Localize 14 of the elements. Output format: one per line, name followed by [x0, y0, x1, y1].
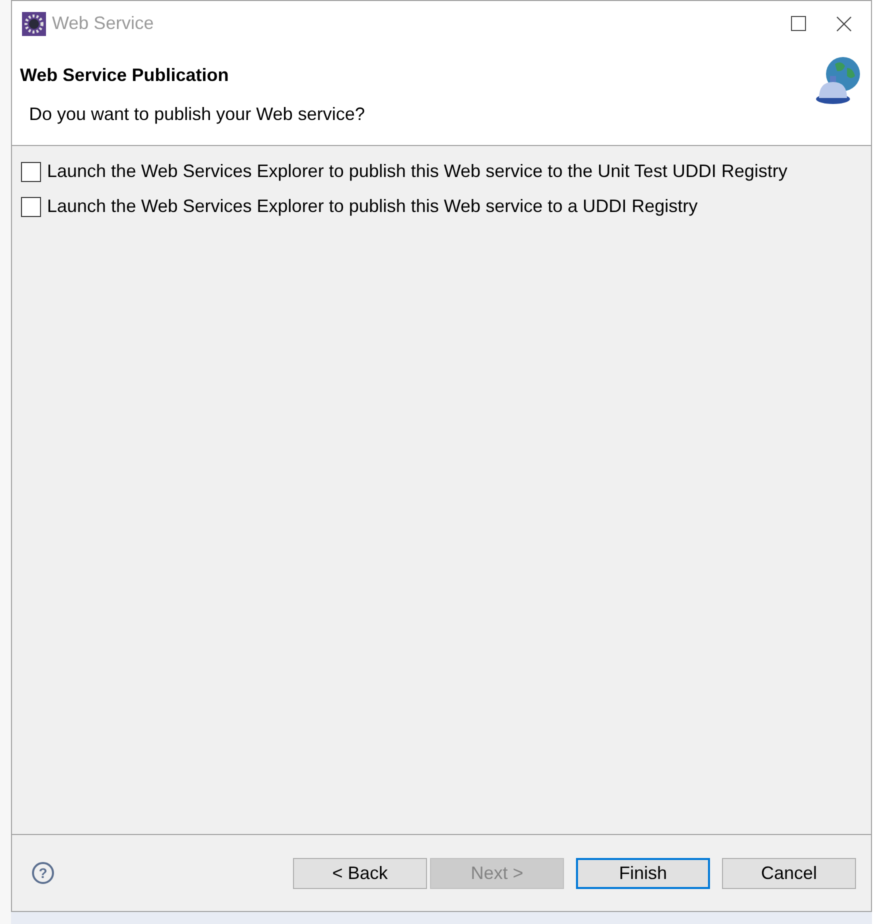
wizard-button[interactable]: Finish	[576, 858, 710, 888]
page-description: Do you want to publish your Web service?	[29, 103, 366, 126]
checkbox[interactable]	[21, 196, 41, 216]
page-title: Web Service Publication	[20, 64, 230, 87]
maximize-icon	[790, 16, 806, 31]
gear-icon	[22, 12, 46, 36]
checkbox-label: Launch the Web Services Explorer to publish this Web service to the Unit Test UDDI Registry	[47, 160, 788, 183]
checkbox[interactable]	[21, 162, 41, 182]
help-button[interactable]: ?	[32, 862, 54, 884]
checkbox-label: Launch the Web Services Explorer to publish this Web service to a UDDI Registry	[47, 195, 698, 218]
wizard-button[interactable]: < Back	[293, 858, 427, 888]
wizard-button[interactable]: Cancel	[722, 858, 856, 888]
window-title: Web Service	[52, 12, 154, 35]
close-icon	[836, 16, 852, 32]
